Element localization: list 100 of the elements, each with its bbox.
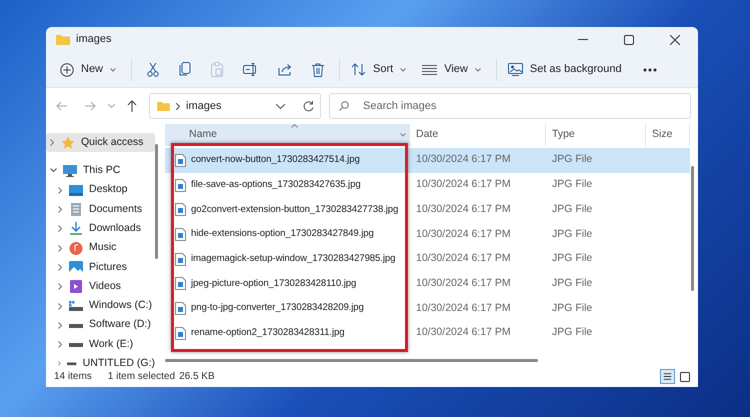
date-cell-text: 10/30/2024 6:17 PM [415,202,512,217]
sidebar-item[interactable]: Music [46,238,155,258]
type-cell-text: JPG File [551,177,594,192]
collapsed-chevron-icon[interactable] [58,225,63,232]
window-title: images [76,32,112,48]
search-icon [339,101,349,111]
share-icon [278,63,292,76]
vertical-scrollbar[interactable] [691,166,694,291]
date-cell-text: 10/30/2024 6:17 PM [415,177,512,192]
recent-chevron-icon[interactable] [108,104,115,108]
file-row[interactable]: png-to-jpg-converter_1730283428209.jpg 10/30/2024 6:17 PM JPG File [165,296,690,321]
file-name: go2convert-extension-button_1730283427738.jpg [191,202,398,217]
tiles-view-icon [678,370,692,382]
column-header[interactable]: Type [546,124,646,146]
selection-size: 26.5 KB [179,370,215,384]
image-file-icon [175,154,186,167]
toolbar-button[interactable]: Set as background [502,56,628,84]
file-row[interactable]: imagemagick-setup-window_1730283427985.jpg 10/30/2024 6:17 PM JPG File [165,246,690,272]
type-cell-text: JPG File [551,325,594,340]
sidebar-item[interactable]: Work (E:) [46,334,155,354]
sidebar-item[interactable]: Documents [46,200,155,220]
sidebar-item[interactable]: This PC [46,161,155,181]
file-row[interactable]: file-save-as-options_1730283427635.jpg 10/30/2024 6:17 PM JPG File [165,172,690,198]
collapsed-chevron-icon[interactable] [58,302,63,310]
image-file-icon [175,326,186,340]
date-cell-text: 10/30/2024 6:17 PM [415,152,512,168]
date-cell-text: 10/30/2024 6:17 PM [415,251,512,266]
collapsed-chevron-icon[interactable] [58,341,63,348]
forward-arrow-icon[interactable] [84,101,96,111]
sidebar-item[interactable]: Downloads [46,219,155,238]
folder-icon [157,101,170,111]
expanded-chevron-icon[interactable] [50,168,57,174]
file-row[interactable]: convert-now-button_1730283427514.jpg 10/30/2024 6:17 PM JPG File [165,148,690,173]
type-cell-text: JPG File [551,300,594,316]
sidebar-item[interactable]: Pictures [46,258,155,278]
copy-icon [179,62,192,77]
address-bar[interactable]: images [149,93,321,119]
sort-caret-icon [291,124,298,128]
sidebar-item[interactable]: Desktop [46,180,155,200]
item-count: 14 items [54,370,92,384]
dropdown-caret-icon [474,68,481,72]
file-row[interactable]: rename-option2_1730283428311.jpg 10/30/2024 6:17 PM JPG File [165,320,690,346]
file-row[interactable]: go2convert-extension-button_1730283427738.jpg 10/30/2024 6:17 PM JPG File [165,197,690,222]
type-cell-text: JPG File [551,251,594,266]
back-arrow-icon[interactable] [56,101,68,111]
date-cell-text: 10/30/2024 6:17 PM [415,226,512,242]
menu-button[interactable]: Sort [345,56,412,84]
more-dots-icon [642,68,657,72]
file-name: hide-extensions-option_1730283427849.jpg [191,227,374,242]
date-cell-text: 10/30/2024 6:17 PM [415,276,512,291]
collapsed-chevron-icon[interactable] [58,244,63,252]
refresh-icon[interactable] [303,100,314,112]
dropdown-chevron-icon[interactable] [276,104,285,108]
sort-arrows-icon [351,63,366,76]
collapsed-chevron-icon[interactable] [58,360,62,368]
desktop-picture-icon [508,63,523,76]
file-name: jpeg-picture-option_1730283428110.jpg [191,276,356,291]
file-row[interactable]: hide-extensions-option_1730283427849.jpg 10/30/2024 6:17 PM JPG File [165,222,690,247]
collapsed-chevron-icon[interactable] [58,206,63,214]
sidebar-item[interactable]: Quick access [46,133,155,152]
address-path: images [186,98,222,114]
file-row[interactable]: jpeg-picture-option_1730283428110.jpg 10/30/2024 6:17 PM JPG File [165,271,690,296]
clipboard-icon [211,62,224,77]
file-name: convert-now-button_1730283427514.jpg [191,153,360,168]
view-toggle-button[interactable] [660,368,675,384]
up-arrow-icon[interactable] [127,100,137,112]
plus-circle-icon [60,62,74,76]
computer-icon [63,164,77,178]
list-view-icon [422,64,438,74]
image-file-icon [175,228,186,241]
menu-button[interactable]: New [54,56,122,84]
column-header[interactable]: Date [410,124,546,146]
type-cell-text: JPG File [551,152,594,168]
sidebar-item[interactable]: Windows (C:) [46,296,155,316]
collapsed-chevron-icon[interactable] [58,264,63,271]
menu-button[interactable]: View [416,56,487,84]
picture-icon [69,260,83,274]
trash-icon [312,62,324,76]
drive-icon [69,300,83,313]
scrollbar[interactable] [155,144,158,259]
image-file-icon [175,178,186,192]
collapsed-chevron-icon[interactable] [50,139,55,146]
type-cell-text: JPG File [551,276,594,291]
column-header[interactable]: Size [646,124,690,146]
desktop-icon [69,184,83,197]
type-cell-text: JPG File [551,202,594,217]
search-field[interactable]: Search images [329,93,691,119]
collapsed-chevron-icon[interactable] [58,322,63,329]
dropdown-caret-icon[interactable] [400,133,406,137]
horizontal-scrollbar[interactable] [165,359,538,362]
rename-icon [243,63,258,76]
collapsed-chevron-icon[interactable] [58,283,63,290]
close-icon [670,34,680,44]
collapsed-chevron-icon[interactable] [58,186,63,194]
breadcrumb-chevron-icon [176,102,180,110]
image-file-icon [175,302,186,315]
sidebar-item[interactable]: Software (D:) [46,316,155,335]
sidebar-item[interactable]: Videos [46,277,155,296]
download-arrow-icon [69,222,83,236]
minimize-icon [578,39,588,40]
